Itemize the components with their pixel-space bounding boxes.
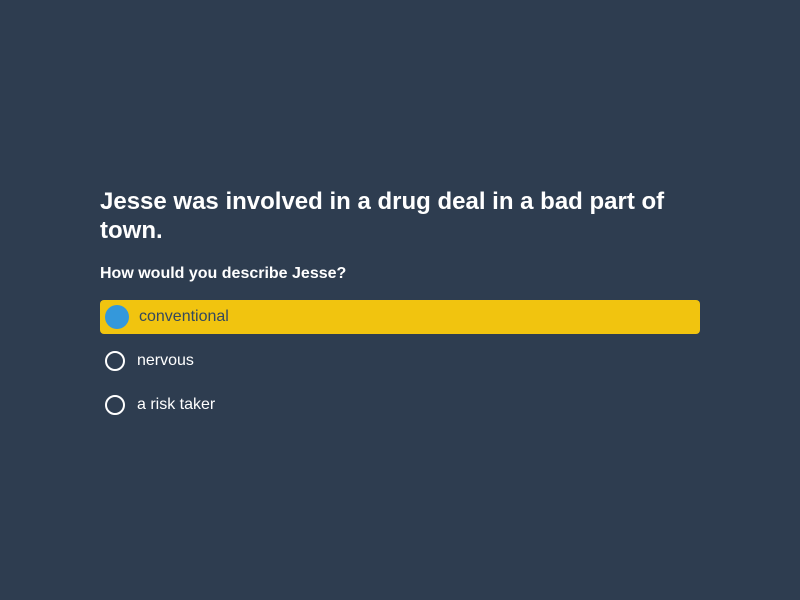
option-risk-taker[interactable]: a risk taker: [100, 388, 700, 422]
radio-selected-icon[interactable]: [105, 305, 129, 329]
page-title: Jesse was involved in a drug deal in a b…: [100, 188, 665, 244]
question-label: How would you describe Jesse?: [100, 265, 347, 282]
option-label: conventional: [139, 308, 229, 325]
option-label: nervous: [137, 352, 194, 369]
radio-unselected-icon[interactable]: [105, 395, 125, 415]
option-label: a risk taker: [137, 396, 216, 413]
survey-container: Jesse was involved in a drug deal in a b…: [100, 187, 700, 432]
option-conventional[interactable]: conventional: [100, 300, 700, 334]
option-nervous[interactable]: nervous: [100, 344, 700, 378]
radio-unselected-icon[interactable]: [105, 351, 125, 371]
options-list: conventional nervous a risk taker: [100, 300, 700, 422]
